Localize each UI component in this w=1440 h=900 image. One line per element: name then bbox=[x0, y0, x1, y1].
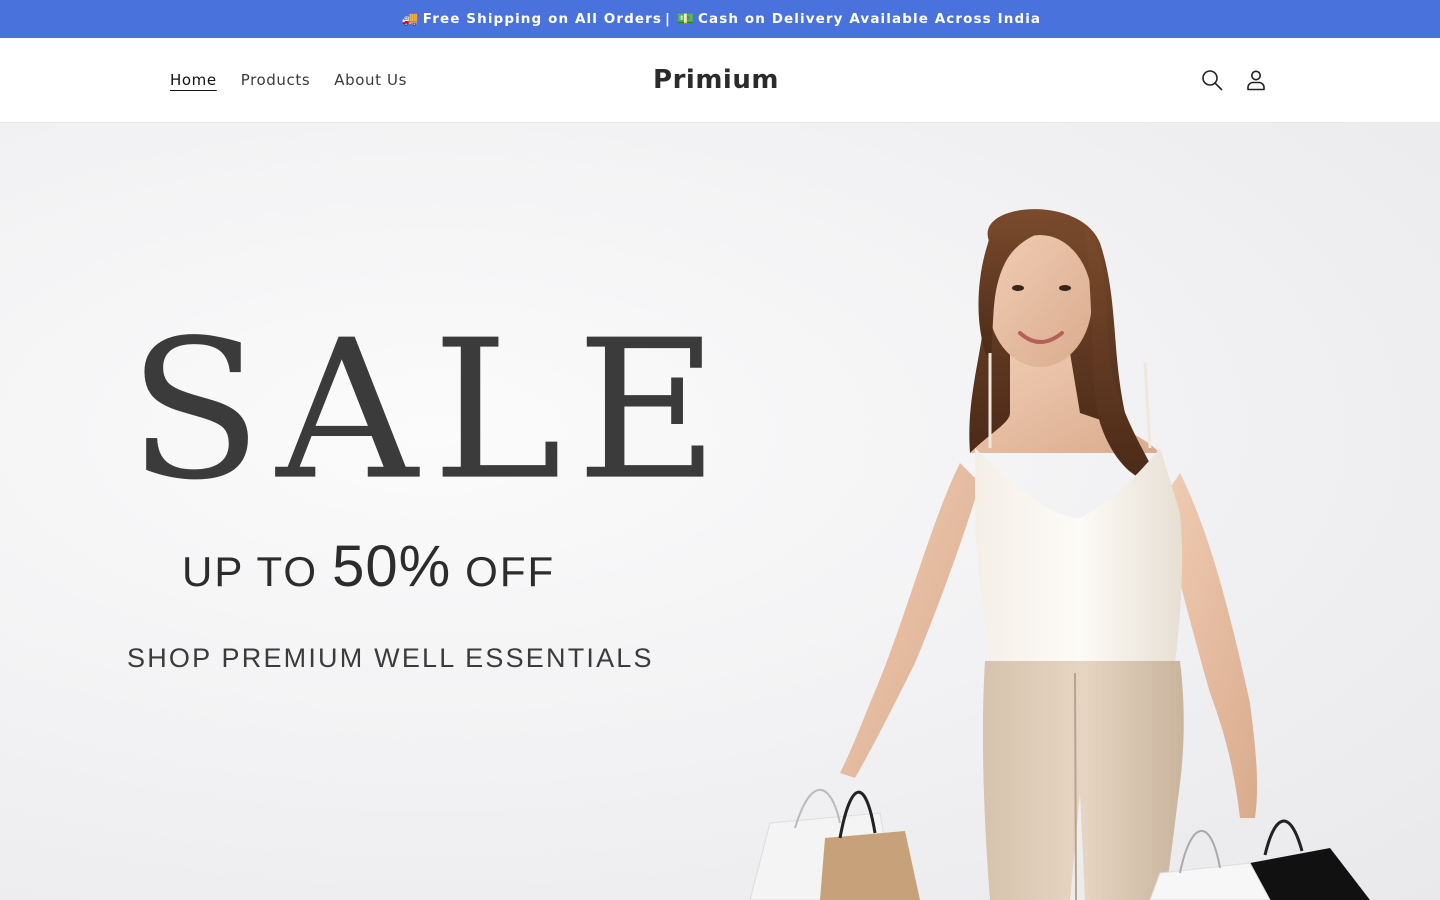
cash-icon: 💵 bbox=[677, 11, 695, 27]
site-header: Home Products About Us Primium bbox=[0, 38, 1440, 123]
announcement-cod-text: Cash on Delivery Available Across India bbox=[697, 11, 1042, 27]
hero-tagline: SHOP PREMIUM WELL ESSENTIALS bbox=[127, 643, 654, 673]
nav-link-home[interactable]: Home bbox=[158, 71, 229, 89]
nav-link-about-us[interactable]: About Us bbox=[322, 71, 419, 89]
hero-headline: SALE bbox=[128, 299, 734, 523]
announcement-bar: 🚚 Free Shipping on All Orders | 💵 Cash o… bbox=[0, 0, 1440, 38]
site-logo[interactable]: Primium bbox=[653, 65, 779, 95]
truck-icon: 🚚 bbox=[401, 11, 420, 27]
header-icons bbox=[1200, 38, 1268, 122]
offer-suffix: OFF bbox=[465, 548, 556, 595]
hero-model-image bbox=[749, 209, 1370, 900]
hero-offer: UP TO 50% OFF bbox=[182, 533, 555, 600]
announcement-separator: | bbox=[665, 11, 672, 27]
search-icon[interactable] bbox=[1200, 68, 1224, 92]
announcement-shipping-text: Free Shipping on All Orders bbox=[422, 11, 663, 27]
offer-prefix: UP TO bbox=[182, 548, 319, 595]
offer-value: 50% bbox=[332, 534, 452, 599]
hero-banner[interactable]: SALE UP TO 50% OFF SHOP PREMIUM WELL ESS… bbox=[0, 123, 1440, 900]
account-icon[interactable] bbox=[1244, 68, 1268, 92]
main-nav: Home Products About Us bbox=[158, 38, 419, 122]
nav-link-products[interactable]: Products bbox=[229, 71, 323, 89]
